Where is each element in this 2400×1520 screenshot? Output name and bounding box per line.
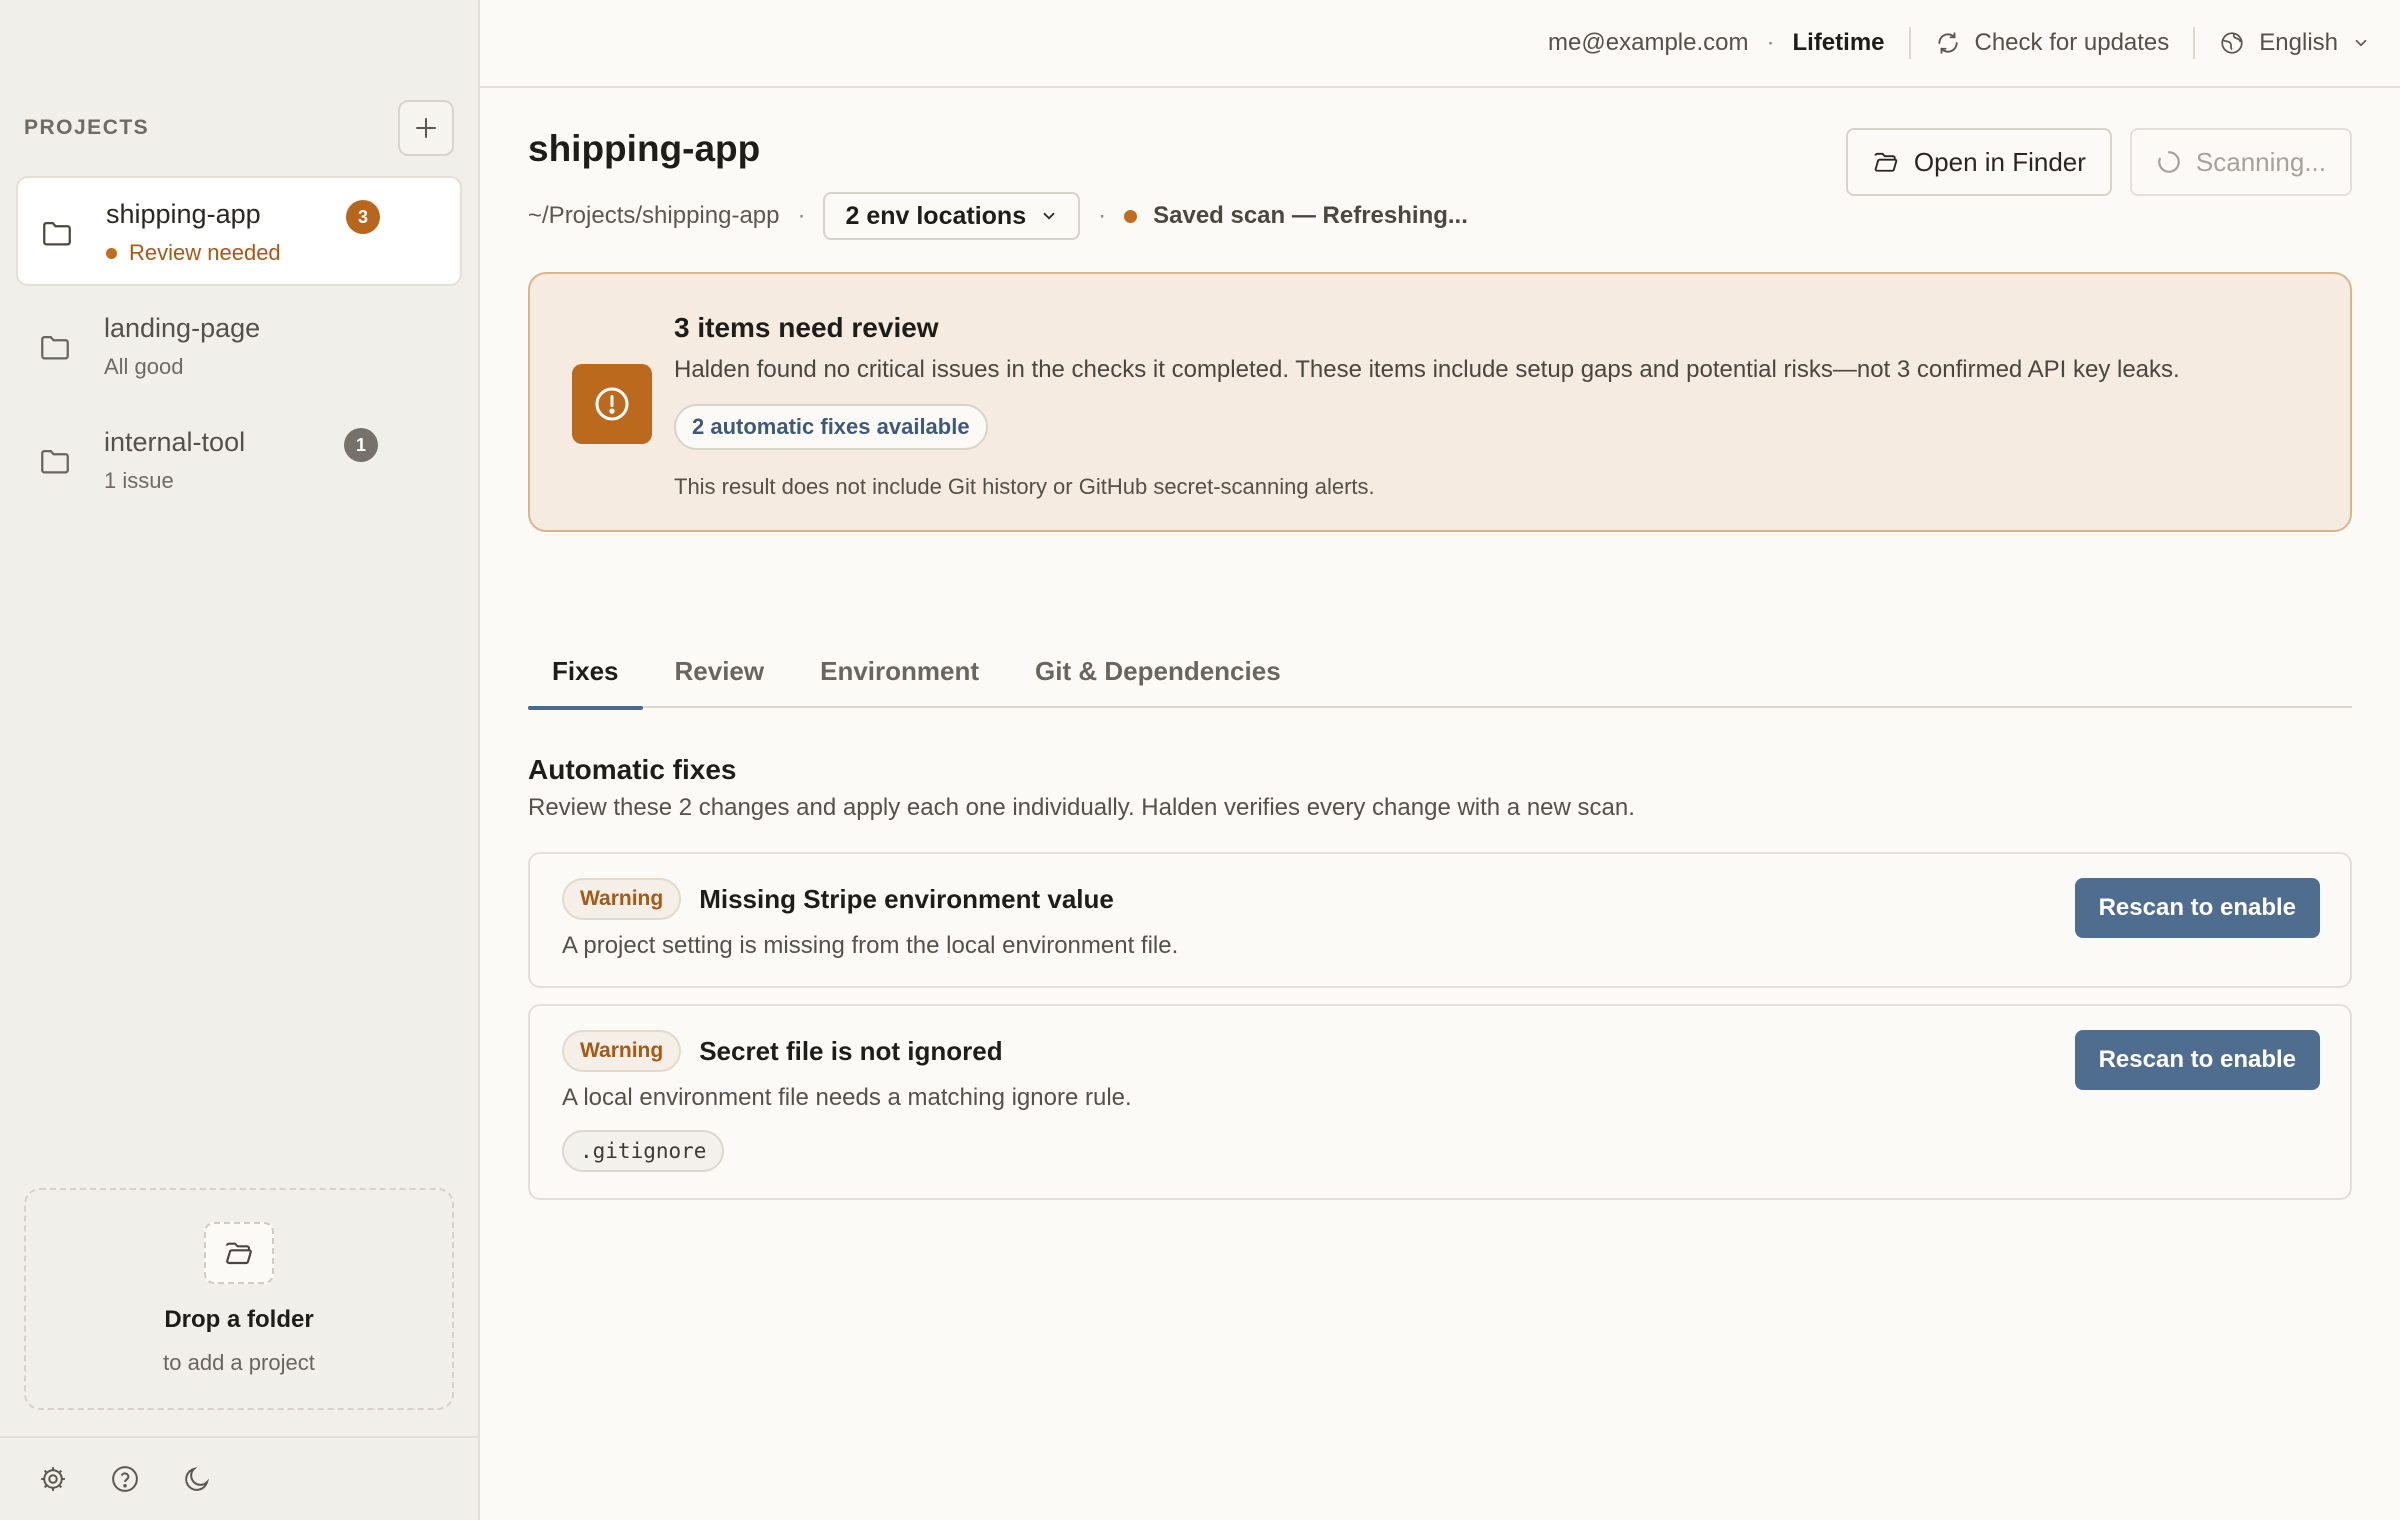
sidebar-project-shipping-app[interactable]: shipping-app Review needed 3 (16, 176, 462, 286)
settings-button[interactable] (36, 1462, 70, 1496)
fix-description: A local environment file needs a matchin… (562, 1084, 1132, 1111)
chevron-down-icon (2355, 39, 2367, 47)
header-actions: Open in Finder Scanning... (1845, 128, 2352, 196)
gear-icon (41, 1467, 65, 1491)
tab-bar: Fixes Review Environment Git & Dependenc… (528, 646, 2352, 710)
folder-dropzone[interactable]: Drop a folder to add a project (24, 1188, 454, 1410)
review-alert: 3 items need review Halden found no crit… (528, 272, 2352, 532)
account-email: me@example.com (1548, 29, 1749, 56)
project-status: 1 issue (104, 468, 174, 493)
section-title: Automatic fixes (528, 754, 737, 785)
scan-button[interactable]: Scanning... (2129, 128, 2352, 196)
plus-icon (416, 118, 436, 138)
sidebar-footer (0, 1436, 478, 1520)
sidebar-project-landing-page[interactable]: landing-page All good (16, 292, 462, 402)
alert-title: 3 items need review (674, 312, 939, 343)
tab-environment[interactable]: Environment (796, 646, 1003, 708)
folder-open-icon (1874, 152, 1898, 172)
separator: · (1766, 29, 1775, 56)
folder-icon (43, 221, 71, 246)
folder-icon (41, 449, 69, 474)
project-path: ~/Projects/shipping-app (528, 202, 780, 229)
divider (2193, 27, 2196, 59)
refresh-icon (1937, 32, 1958, 54)
file-chip: .gitignore (562, 1130, 725, 1172)
dropzone-subtitle: to add a project (163, 1350, 315, 1375)
page-title: shipping-app (528, 128, 761, 169)
top-bar: me@example.com · Lifetime Check for upda… (480, 0, 2400, 88)
project-name: shipping-app (106, 199, 261, 229)
chevron-down-icon (1043, 212, 1055, 220)
alert-circle-icon (572, 364, 652, 444)
sidebar-project-internal-tool[interactable]: internal-tool 1 issue 1 (16, 406, 462, 516)
tab-git-dependencies[interactable]: Git & Dependencies (1011, 646, 1305, 708)
status-dot (1124, 209, 1138, 223)
projects-header: PROJECTS (24, 98, 454, 158)
section-description: Review these 2 changes and apply each on… (528, 794, 1635, 821)
theme-toggle-button[interactable] (180, 1462, 214, 1496)
folder-open-icon (204, 1222, 274, 1284)
help-button[interactable] (108, 1462, 142, 1496)
rescan-to-enable-button[interactable]: Rescan to enable (2074, 878, 2320, 938)
project-status: Review needed (106, 240, 460, 266)
fix-card: Warning Secret file is not ignored A loc… (528, 1004, 2352, 1200)
automatic-fixes-pill[interactable]: 2 automatic fixes available (674, 404, 988, 450)
fix-header: Warning Secret file is not ignored (562, 1030, 1003, 1072)
check-updates-button[interactable]: Check for updates (1935, 29, 2169, 57)
fix-header: Warning Missing Stripe environment value (562, 878, 1114, 920)
globe-icon (2221, 32, 2243, 54)
fix-title: Missing Stripe environment value (699, 883, 1114, 914)
separator: · (797, 202, 806, 229)
status-dot (106, 247, 117, 259)
projects-title: PROJECTS (24, 116, 150, 139)
project-name: internal-tool (104, 427, 246, 457)
dropzone-title: Drop a folder (164, 1306, 314, 1333)
help-icon (112, 1466, 138, 1492)
fix-description: A project setting is missing from the lo… (562, 932, 1179, 959)
alert-note: This result does not include Git history… (674, 474, 1375, 499)
folder-icon (41, 335, 69, 360)
tab-review[interactable]: Review (651, 646, 789, 708)
severity-badge: Warning (562, 878, 682, 920)
separator: · (1098, 202, 1107, 229)
rescan-to-enable-button[interactable]: Rescan to enable (2074, 1030, 2320, 1090)
moon-icon (185, 1466, 210, 1491)
issue-count-badge: 3 (346, 200, 380, 234)
severity-badge: Warning (562, 1030, 682, 1072)
language-selector[interactable]: English (2219, 29, 2370, 57)
add-project-button[interactable] (398, 100, 454, 156)
fix-title: Secret file is not ignored (699, 1035, 1003, 1066)
alert-description: Halden found no critical issues in the c… (674, 356, 2180, 383)
sidebar: PROJECTS shipping-app Review needed 3 la… (0, 0, 480, 1520)
project-status: All good (104, 354, 184, 379)
plan-label: Lifetime (1792, 29, 1885, 56)
issue-count-badge: 1 (344, 428, 378, 462)
fix-card: Warning Missing Stripe environment value… (528, 852, 2352, 988)
spinner-icon (2158, 151, 2180, 173)
project-name: landing-page (104, 313, 261, 343)
tab-fixes[interactable]: Fixes (528, 646, 643, 710)
scan-status: Saved scan — Refreshing... (1124, 202, 1468, 230)
divider (1908, 27, 1911, 59)
project-meta: ~/Projects/shipping-app · 2 env location… (528, 192, 1468, 240)
open-in-finder-button[interactable]: Open in Finder (1845, 128, 2112, 196)
env-locations-dropdown[interactable]: 2 env locations (823, 192, 1081, 240)
